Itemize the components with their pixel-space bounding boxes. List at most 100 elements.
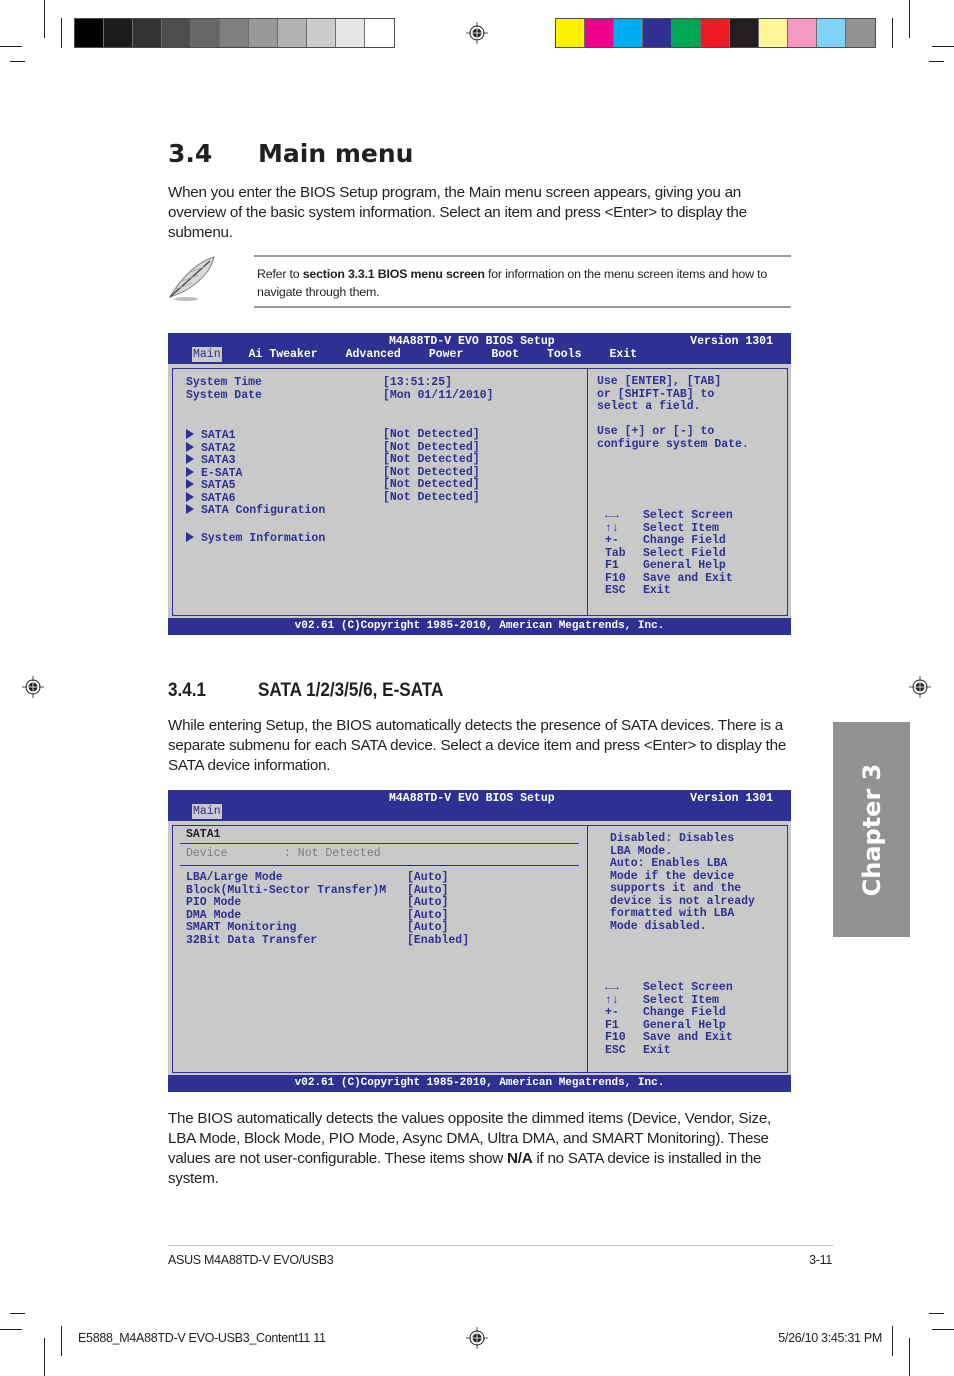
bios-sata-screenshot: M4A88TD-V EVO BIOS Setup Version 1301 Ma… — [168, 790, 791, 1092]
color-swatch — [191, 19, 220, 47]
crop-mark — [44, 0, 45, 38]
key-action: Change Field — [643, 1006, 726, 1019]
key-legend-row: F10 Save and Exit — [605, 1031, 733, 1045]
footer-product-name: ASUS M4A88TD-V EVO/USB3 — [168, 1253, 334, 1267]
key-legend-row: ←→ Select Screen — [605, 509, 733, 523]
color-swatch — [672, 19, 701, 47]
submenu-arrow-icon — [186, 531, 194, 542]
color-swatch — [133, 19, 162, 47]
chapter-tab-label: Chapter 3 — [857, 763, 886, 896]
crop-mark — [10, 1313, 25, 1314]
key-name: F1 — [605, 559, 619, 572]
bios-title-bar: M4A88TD-V EVO BIOS Setup Version 1301 Ma… — [168, 790, 791, 821]
color-swatch — [249, 19, 278, 47]
key-legend-row: ESC Exit — [605, 1043, 733, 1058]
color-swatch — [730, 19, 759, 47]
bios-main-screenshot: M4A88TD-V EVO BIOS Setup Version 1301 Ma… — [168, 333, 791, 635]
help-line: configure system Date. — [597, 437, 749, 451]
color-swatch — [220, 19, 249, 47]
help-line: Disabled: Disables — [610, 832, 735, 845]
note-text: Refer to section 3.3.1 BIOS menu screen … — [257, 267, 768, 299]
bios-key-legend: ←→ Select Screen ↑↓ Select Item +- Change Fie… — [605, 981, 733, 1058]
bios-submenu-sata6[interactable]: SATA6 [Not Detected] — [186, 491, 480, 506]
submenu-arrow-icon — [186, 504, 194, 514]
note-bottom-rule — [254, 306, 791, 308]
bios-menu-tab-power[interactable]: Power — [428, 347, 465, 362]
bios-submenu-sata1[interactable]: SATA1 [Not Detected] — [186, 428, 480, 443]
crop-mark — [932, 1329, 954, 1330]
color-swatch — [162, 19, 191, 47]
bios-field-system-time[interactable]: System Time [13:51:25] — [186, 376, 452, 390]
bios-copyright-footer: v02.61 (C)Copyright 1985-2010, American … — [168, 1075, 791, 1092]
help-line: select a field. — [597, 400, 701, 413]
key-legend-row: ESC Exit — [605, 584, 733, 598]
bios-submenu-sata3[interactable]: SATA3 [Not Detected] — [186, 453, 480, 468]
bios-menu-bar: Main Ai Tweaker Advanced Power Boot Tools Exit — [192, 347, 664, 362]
key-action: Save and Exit — [643, 1031, 733, 1044]
color-swatch — [788, 19, 817, 47]
bios-menu-tab-main[interactable]: Main — [192, 804, 222, 819]
key-name: ←→ — [605, 509, 619, 522]
bios-title-bar: M4A88TD-V EVO BIOS Setup Version 1301 Ma… — [168, 333, 791, 364]
bios-submenu-sata-configuration[interactable]: SATA Configuration — [186, 504, 325, 518]
color-swatch — [759, 19, 788, 47]
crop-mark — [929, 1313, 944, 1314]
bios-submenu-sata2[interactable]: SATA2 [Not Detected] — [186, 441, 480, 456]
color-swatch — [307, 19, 336, 47]
color-swatch — [556, 19, 585, 47]
key-name: ←→ — [605, 981, 619, 994]
feather-pen-icon — [168, 256, 215, 301]
key-action: Select Screen — [643, 981, 733, 994]
section-heading: 3.4 Main menu — [168, 139, 413, 168]
color-swatch — [278, 19, 307, 47]
color-swatch — [75, 19, 104, 47]
key-legend-row: ←→ Select Screen — [605, 981, 733, 995]
bios-menu-tab-boot[interactable]: Boot — [490, 347, 520, 362]
process-color-bar — [555, 18, 876, 48]
bios-help-text: Disabled: Disables LBA Mode. Auto: Enables… — [610, 832, 755, 933]
crop-mark — [909, 0, 910, 38]
help-line: Use [+] or [-] to — [597, 425, 715, 438]
subsection-number: 3.4.1 — [168, 680, 207, 701]
bios-field-32bit-data-transfer[interactable]: 32Bit Data Transfer [Enabled] — [186, 934, 469, 948]
bios-menu-tab-ai-tweaker[interactable]: Ai Tweaker — [248, 347, 319, 362]
key-action: Select Screen — [643, 509, 733, 522]
color-swatch — [336, 19, 365, 47]
bios-menu-tab-main[interactable]: Main — [192, 347, 222, 362]
grayscale-color-bar — [74, 18, 395, 48]
bios-field-system-date[interactable]: System Date [Mon 01/11/2010] — [186, 389, 493, 403]
key-name: ESC — [605, 1043, 626, 1057]
color-swatch — [817, 19, 846, 47]
bios-divider — [180, 865, 579, 866]
bios-menu-tab-exit[interactable]: Exit — [608, 347, 638, 362]
crop-mark — [44, 1338, 45, 1376]
key-name: ESC — [605, 584, 626, 597]
registration-mark-icon — [22, 676, 44, 698]
slug-timestamp: 5/26/10 3:45:31 PM — [778, 1331, 882, 1345]
footer-rule — [168, 1245, 833, 1246]
crop-mark — [10, 61, 25, 62]
key-action: Change Field — [643, 534, 726, 547]
bios-title: M4A88TD-V EVO BIOS Setup — [389, 792, 555, 805]
submenu-arrow-icon — [186, 454, 194, 464]
section-intro: When you enter the BIOS Setup program, t… — [168, 184, 747, 241]
color-swatch — [365, 19, 394, 47]
key-legend-row: F1 General Help — [605, 559, 733, 573]
color-swatch — [846, 19, 875, 47]
help-line: supports it and the — [610, 882, 742, 895]
key-legend-row: +- Change Field — [605, 534, 733, 548]
bios-submenu-sata5[interactable]: SATA5 [Not Detected] — [186, 478, 480, 493]
bios-submenu-e-sata[interactable]: E-SATA [Not Detected] — [186, 466, 480, 481]
help-line: formatted with LBA — [610, 907, 735, 920]
crop-mark — [909, 1338, 910, 1376]
crop-mark — [892, 18, 893, 48]
submenu-arrow-icon — [186, 479, 194, 489]
bios-menu-tab-advanced[interactable]: Advanced — [345, 347, 402, 362]
key-action: General Help — [643, 559, 726, 572]
registration-mark-icon — [466, 1327, 488, 1349]
bios-version: Version 1301 — [690, 335, 773, 348]
bios-submenu-system-information[interactable]: System Information — [186, 531, 325, 546]
bios-version: Version 1301 — [690, 792, 773, 805]
submenu-arrow-icon — [186, 429, 194, 439]
bios-menu-tab-tools[interactable]: Tools — [546, 347, 583, 362]
